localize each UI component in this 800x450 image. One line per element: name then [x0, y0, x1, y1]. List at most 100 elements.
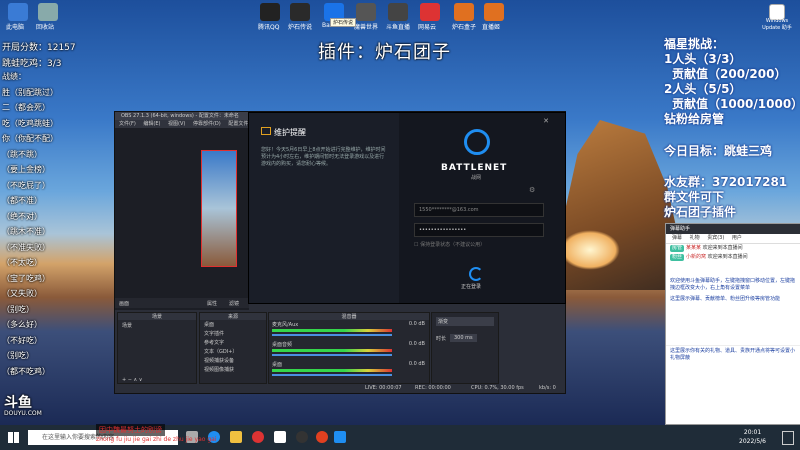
volume-slider[interactable]	[272, 354, 392, 356]
douyu-domain: DOUYU.COM	[4, 410, 42, 417]
scene-item[interactable]: 场景	[118, 320, 196, 331]
chat-title[interactable]: 弹幕助手	[666, 224, 800, 234]
mixer-channel: 麦克风/Aux 0.0 dB	[269, 320, 429, 340]
source-item[interactable]: 视频捕获设备	[200, 356, 266, 365]
menu-file[interactable]: 文件(F)	[119, 121, 136, 127]
menu-docks[interactable]: 停靠部件(D)	[193, 121, 221, 127]
danmu-chat-panel[interactable]: 弹幕助手 弹幕 礼物 贵宾(3) 用户 房管 某某某 欢迎来到本直播间 粉丝 小新的…	[665, 223, 800, 425]
overlay-line: 跳蛙吃鸡：3/3	[2, 58, 62, 69]
battlenet-logo-icon	[464, 129, 490, 155]
source-item[interactable]: 文字插件	[200, 329, 266, 338]
tab-user[interactable]: 用户	[732, 235, 742, 241]
email-field[interactable]: 1550********@163.com	[414, 203, 544, 217]
battlenet-icon[interactable]	[334, 431, 346, 443]
tab-gift[interactable]: 礼物	[690, 235, 700, 241]
overlay-line: 战绩：	[2, 72, 26, 81]
status-live: LIVE: 00:00:07	[365, 385, 402, 391]
tab-danmu[interactable]: 弹幕	[672, 235, 682, 241]
transition-select[interactable]: 渐变	[436, 317, 494, 326]
mixer-channel: 桌面 0.0 dB	[269, 360, 429, 380]
overlay-line: （多么好）	[2, 320, 42, 329]
password-field[interactable]: ••••••••••••••••	[414, 223, 544, 237]
source-item[interactable]: 参考文字	[200, 338, 266, 347]
windows-update-label: Windows Update 助手	[762, 18, 792, 31]
scene-controls[interactable]: + − ∧ ∨	[122, 377, 142, 383]
status-cpu: CPU: 0.7%, 30.00 fps	[471, 385, 524, 391]
preview-source-frame[interactable]	[201, 150, 237, 267]
overlay-line: （不好吃）	[2, 335, 42, 345]
challenge-line3: 钻粉给房管	[664, 112, 725, 126]
desktop-app-icon[interactable]	[420, 3, 440, 21]
app-icon[interactable]	[252, 431, 264, 443]
source-item[interactable]: 视频图像捕获	[200, 365, 266, 374]
settings-icon[interactable]: ⚙	[529, 186, 535, 194]
desktop-icon-label: 直播姬	[482, 24, 501, 31]
desktop-icon-label: 网易云	[418, 24, 437, 31]
desktop-app-icon[interactable]	[484, 3, 504, 21]
notification-icon[interactable]	[782, 431, 794, 445]
desktop-app-icon[interactable]	[388, 3, 408, 21]
duration-input[interactable]: 300 ms	[450, 334, 477, 342]
obs-preview[interactable]	[115, 128, 249, 310]
system-message: 这里展示弹幕、贡献榜单、粉丝团升级等房管功能	[670, 296, 781, 302]
overlay-line: 二（都会死）	[2, 103, 50, 112]
mixer-channel-name: 桌面音频	[272, 342, 293, 348]
desktop-icon-label: 腾讯QQ	[258, 24, 280, 31]
mixer-db: 0.0 dB	[408, 361, 425, 367]
brand-sub: 战网	[471, 175, 482, 181]
menu-view[interactable]: 视图(V)	[168, 121, 185, 127]
tab-vip[interactable]: 贵宾(3)	[707, 235, 724, 241]
mixer-channel: 桌面音频 0.0 dB	[269, 340, 429, 360]
desktop-icon-label: 魔兽世界	[354, 24, 379, 31]
loading-spinner-icon	[469, 267, 483, 281]
desktop-app-icon[interactable]	[38, 3, 58, 21]
remember-checkbox[interactable]: ☐ 保持登录状态（不建议公用）	[414, 241, 485, 248]
ime-pinyin: zhong fu jiu jie gai zhi de zhu jie yao …	[96, 436, 217, 443]
system-clock[interactable]: 20:01 2022/5/6	[739, 428, 766, 446]
desktop-app-icon[interactable]	[356, 3, 376, 21]
desktop-app-icon[interactable]	[454, 3, 474, 21]
explorer-icon[interactable]	[230, 431, 242, 443]
desktop-app-icon[interactable]	[290, 3, 310, 21]
obs-icon[interactable]	[296, 431, 308, 443]
battlenet-window[interactable]: 维护提醒 您好！今天5月6日早上8点开始进行完整维护，维护时间预计为4小时左右，…	[248, 112, 566, 304]
plugin-banner: 插件：炉石团子	[318, 42, 451, 63]
desktop-icon-label: 炉石盒子	[452, 24, 477, 31]
desktop-app-icon[interactable]	[8, 3, 28, 21]
volume-slider[interactable]	[272, 374, 392, 376]
desktop-icon-label: 炉石传说	[288, 24, 313, 31]
windows-start-icon[interactable]	[8, 432, 19, 443]
overlay-line: （跳不跳）	[2, 149, 42, 159]
close-icon[interactable]: ✕	[543, 117, 549, 125]
overlay-line: （跳木不准）	[2, 227, 50, 236]
overlay-line: （别吃）	[2, 351, 34, 360]
mixer-channel-name: 麦克风/Aux	[272, 322, 299, 328]
overlay-line: （不太吃）	[2, 258, 42, 267]
overlay-line: （不吃屁了）	[2, 180, 50, 190]
overlay-line: （要上金榜）	[2, 165, 50, 174]
douyu-logo: 斗鱼	[4, 395, 32, 411]
daily-goal: 今日目标：跳蛙三鸡	[664, 144, 773, 158]
desktop-app-icon[interactable]	[260, 3, 280, 21]
ime-candidate: 因中魏最努土的别谤	[96, 424, 165, 436]
megaphone-icon	[261, 127, 271, 135]
app-icon[interactable]	[316, 431, 328, 443]
overlay-line: （不准失败）	[2, 242, 50, 252]
source-item[interactable]: 文本（GDI+）	[200, 347, 266, 356]
sources-header: 来源	[200, 313, 266, 320]
status-kbs: kb/s: 0	[539, 385, 556, 391]
properties-button[interactable]: 属性	[207, 300, 217, 307]
sources-dock: 来源 桌面 文字插件 参考文字 文本（GDI+） 视频捕获设备 视频图像捕获	[199, 312, 267, 384]
source-item[interactable]: 桌面	[200, 320, 266, 329]
source-name: 画面	[119, 301, 130, 307]
logging-in-text: 正在登录	[461, 284, 482, 290]
scenes-header: 场景	[118, 313, 196, 320]
filters-button[interactable]: 滤镜	[229, 300, 239, 307]
mixer-channel-name: 桌面	[272, 362, 283, 368]
system-message: 欢迎使用斗鱼弹幕助手，左键拖拽窗口移动位置，左键拖拽边框改变大小，右上角有设置菜…	[670, 278, 796, 291]
menu-edit[interactable]: 编辑(E)	[143, 121, 160, 127]
volume-slider[interactable]	[272, 334, 392, 336]
app-icon[interactable]	[274, 431, 286, 443]
overlay-line: （都不吃鸡）	[2, 366, 50, 376]
plugin-text: 炉石团子插件	[664, 205, 737, 219]
